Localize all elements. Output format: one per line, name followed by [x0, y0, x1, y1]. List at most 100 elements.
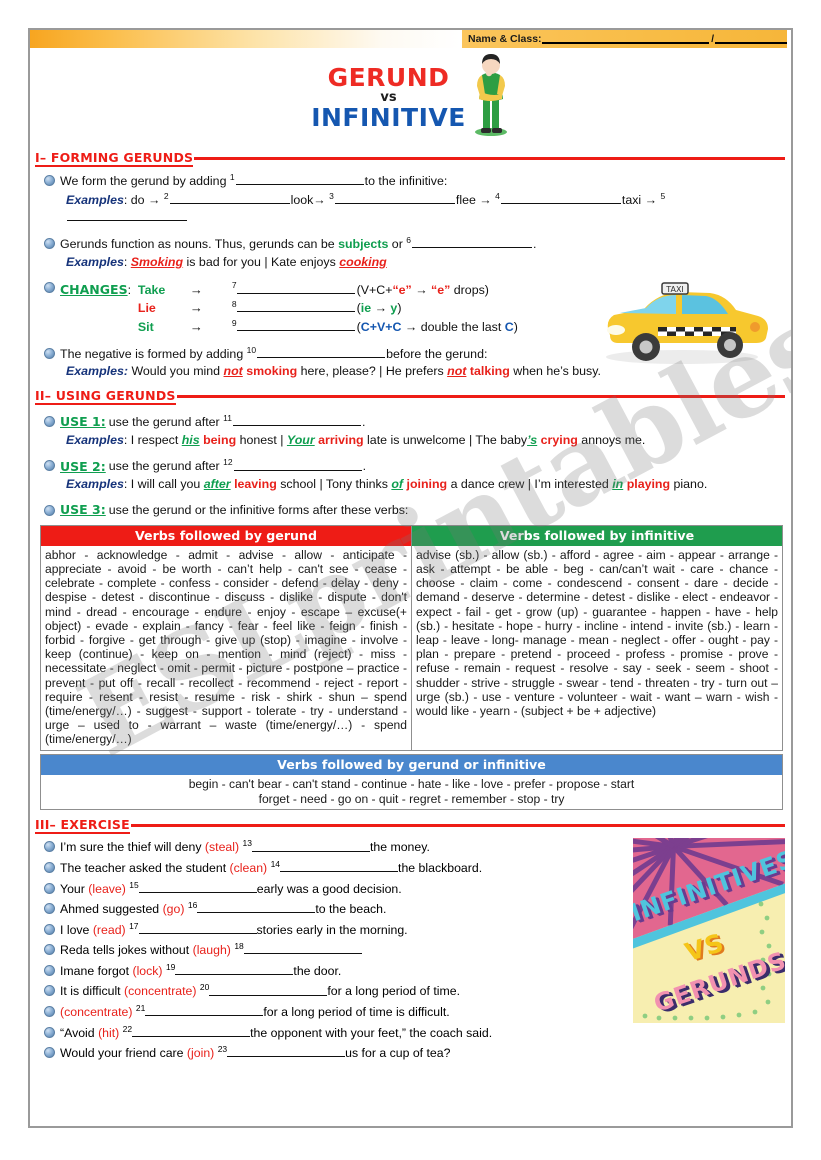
answer-blank-10[interactable]: [257, 345, 386, 358]
bullet-icon: [44, 903, 55, 915]
exercise-item: Imane forgot (lock) 19 the door.: [44, 962, 631, 980]
item-pre: I love: [60, 922, 90, 937]
item-num: 16: [187, 900, 198, 911]
answer-blank-9[interactable]: [236, 318, 355, 332]
examples-label: Examples: [66, 432, 124, 447]
infinitive-table-header: Verbs followed by infinitive: [412, 525, 782, 546]
answer-blank-4[interactable]: [500, 191, 621, 204]
name-input-line[interactable]: [541, 33, 710, 44]
item-cue: (read): [92, 922, 126, 937]
gerund-verb-list: abhor - acknowledge - admit - advise - a…: [45, 547, 407, 747]
answer-blank-23[interactable]: [227, 1044, 346, 1058]
item-num: 21: [135, 1003, 146, 1014]
exercise-item-text: “Avoid (hit) 22 the opponent with your fe…: [60, 1024, 492, 1042]
answer-blank-16[interactable]: [197, 900, 316, 914]
item-num: 19: [165, 961, 176, 972]
bullet-icon: [44, 923, 55, 935]
use-2-examples: Examples: I will call you after leaving …: [66, 477, 708, 492]
forming-rule-3-text: The negative is formed by adding 10 befor…: [60, 345, 781, 363]
item-pre: Ahmed suggested: [60, 902, 160, 917]
answer-blank-8[interactable]: [236, 299, 355, 313]
note-cvc: C+V+C: [360, 320, 402, 335]
section-heading-exercise: III– EXERCISE: [35, 815, 791, 834]
answer-blank-19[interactable]: [175, 962, 294, 975]
item-cue: (steal): [204, 840, 240, 855]
section-iii-label: III– EXERCISE: [35, 816, 130, 834]
note-open: (V+C+: [356, 282, 393, 297]
answer-blank-21[interactable]: [145, 1003, 264, 1017]
examples-label-2: Examples: [66, 254, 124, 269]
ex3-a-post: here, please? | He prefers: [300, 364, 444, 379]
answer-blank-7[interactable]: [236, 281, 355, 294]
answer-blank-13[interactable]: [251, 839, 370, 852]
item-pre: It is difficult: [60, 984, 121, 999]
answer-blank-1[interactable]: [235, 172, 364, 186]
bullet-icon: [44, 841, 55, 853]
answer-blank-17[interactable]: [138, 921, 257, 934]
ex1-num-4: 4: [495, 190, 500, 201]
class-input-line[interactable]: [715, 33, 787, 44]
ex1-taxi: taxi →: [621, 192, 657, 207]
arrow-icon: →: [189, 300, 203, 316]
u2-p2: school | Tony thinks: [280, 477, 388, 492]
verb-table-two-column: Verbs followed by gerund abhor - acknowl…: [40, 524, 783, 751]
item-post: us for a cup of tea?: [345, 1046, 451, 1061]
ex1-num-3: 3: [329, 190, 334, 201]
item-cue: (clean): [229, 861, 268, 876]
changes-colon: :: [127, 282, 132, 297]
bullet-icon: [44, 504, 55, 516]
exercise-item: “Avoid (hit) 22 the opponent with your fe…: [44, 1024, 631, 1042]
u2-leaving: leaving: [234, 477, 277, 492]
bullet-icon: [44, 347, 55, 359]
answer-blank-22[interactable]: [132, 1024, 251, 1037]
note-close: drops): [450, 282, 489, 297]
ex3-a-pre: Would you mind: [131, 364, 221, 379]
worksheet-page: ESLprintables.com Name & Class: / GERUND…: [28, 28, 793, 1128]
changes-label: CHANGES: [60, 281, 128, 297]
answer-blank-11[interactable]: [232, 413, 361, 427]
arrow-icon: →: [189, 319, 203, 335]
item-pre: “Avoid: [60, 1025, 95, 1040]
answer-blank-6[interactable]: [412, 235, 533, 249]
u2-joining: joining: [406, 477, 448, 492]
item-post: the blackboard.: [398, 861, 483, 876]
verb-tables: Verbs followed by gerund abhor - acknowl…: [40, 524, 783, 810]
infinitive-column: Verbs followed by infinitive advise (sb.…: [411, 525, 782, 750]
exercise-item: I love (read) 17 stories early in the mor…: [44, 921, 631, 939]
item-cue: (concentrate): [124, 984, 197, 999]
rule2-or: or: [391, 237, 403, 252]
item-num: 23: [217, 1044, 228, 1055]
answer-blank-14[interactable]: [280, 859, 399, 873]
use-2-body: use the gerund after: [108, 459, 220, 474]
answer-blank-12[interactable]: [233, 458, 362, 471]
changes-note: (V+C+“e” → “e” drops): [357, 282, 489, 299]
answer-blank-20[interactable]: [209, 983, 328, 996]
header-gradient: [30, 30, 460, 48]
u2-p3: a dance crew | I’m interested: [450, 477, 609, 492]
u1-p3: late is unwelcome | The baby: [367, 432, 528, 447]
ex2-smoking: Smoking: [130, 254, 184, 269]
answer-blank-2[interactable]: [169, 191, 290, 204]
forming-rule-2: Gerunds function as nouns. Thus, gerunds…: [44, 235, 781, 253]
section-heading-using: II– USING GERUNDS: [35, 386, 791, 405]
both-table: Verbs followed by gerund or infinitive b…: [40, 753, 783, 810]
answer-blank-3[interactable]: [334, 191, 455, 204]
answer-blank-5[interactable]: [67, 208, 187, 222]
u2-p1: I will call you: [130, 477, 201, 492]
name-class-field[interactable]: Name & Class: /: [462, 30, 787, 48]
bullet-icon: [44, 282, 55, 294]
ex3-b-post: when he’s busy.: [513, 364, 601, 379]
exercise-item: (concentrate) 21 for a long period of tim…: [44, 1003, 631, 1021]
use-3: USE 3: use the gerund or the infinitive f…: [44, 502, 781, 519]
answer-blank-15[interactable]: [138, 880, 257, 893]
exercise-item-text: Reda tells jokes without (laugh) 18: [60, 941, 362, 959]
exercise-list: I’m sure the thief will deny (steal) 13 t…: [30, 834, 631, 1062]
section-heading-forming: I– FORMING GERUNDS: [35, 148, 791, 167]
use-2-text: USE 2: use the gerund after 12.: [60, 457, 781, 475]
item-num: 14: [270, 859, 281, 870]
answer-blank-18[interactable]: [243, 941, 362, 955]
note-c: C: [504, 320, 514, 335]
exercise-item-text: Ahmed suggested (go) 16 to the beach.: [60, 900, 386, 918]
use-2-dot: .: [362, 459, 367, 474]
item-pre: The teacher asked the student: [60, 861, 227, 876]
